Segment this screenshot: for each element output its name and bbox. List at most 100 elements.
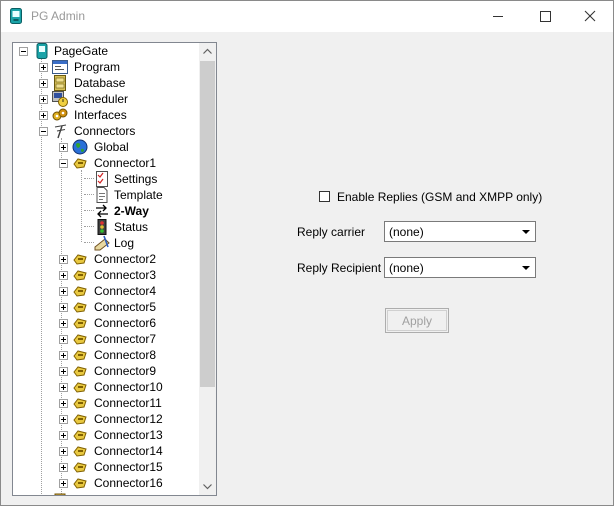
expand-toggle[interactable] (59, 303, 68, 312)
expand-toggle[interactable] (59, 463, 68, 472)
maximize-icon (540, 11, 551, 22)
scroll-thumb[interactable] (200, 61, 215, 387)
connector-plug-icon (73, 334, 87, 345)
collapse-toggle[interactable] (19, 47, 28, 56)
dropdown-arrow-icon[interactable] (518, 259, 534, 276)
expand-toggle[interactable] (39, 63, 48, 72)
chevron-up-icon (203, 48, 212, 54)
minimize-icon (493, 16, 503, 17)
tree-label: Status (114, 220, 149, 234)
window-title: PG Admin (31, 9, 86, 23)
tree-label: 2-Way (114, 204, 149, 218)
tree-label: Connector9 (94, 364, 157, 378)
tree-scrollbar[interactable] (199, 43, 216, 495)
expand-toggle[interactable] (39, 111, 48, 120)
reply-carrier-select[interactable]: (none) (384, 221, 536, 242)
scheduler-clock-icon (52, 91, 68, 107)
tree-label: Connector12 (94, 412, 163, 426)
tree-label: Connector13 (94, 428, 163, 442)
pager-app-icon (10, 8, 22, 24)
tree-line (84, 178, 94, 179)
scroll-up-button[interactable] (199, 43, 216, 60)
connector-plug-icon (73, 350, 87, 361)
tree-label: Global (94, 140, 129, 154)
tree-label: Database (74, 76, 126, 90)
connector-plug-icon (73, 318, 87, 329)
scroll-down-button[interactable] (199, 478, 216, 495)
tree-label: Log (114, 236, 135, 250)
tree-label: Connector15 (94, 460, 163, 474)
connector-plug-icon (73, 366, 87, 377)
enable-replies-checkbox[interactable] (319, 191, 330, 202)
expand-toggle[interactable] (39, 79, 48, 88)
connector-plug-icon (73, 270, 87, 281)
tree-label: Connector7 (94, 332, 157, 346)
tree-label: Connector10 (94, 380, 163, 394)
expand-toggle[interactable] (59, 335, 68, 344)
expand-toggle[interactable] (59, 255, 68, 264)
partial-item-icon (54, 493, 66, 495)
expand-toggle[interactable] (59, 415, 68, 424)
expand-toggle[interactable] (59, 399, 68, 408)
tree-line (84, 226, 94, 227)
tree-line (81, 170, 82, 242)
expand-toggle[interactable] (59, 431, 68, 440)
connector-plug-icon (73, 414, 87, 425)
reply-carrier-value: (none) (389, 225, 424, 239)
pager-icon (36, 43, 48, 59)
connector-plug-icon (73, 254, 87, 265)
program-window-icon (52, 60, 68, 74)
expand-toggle[interactable] (59, 271, 68, 280)
tree-label: Connector5 (94, 300, 157, 314)
maximize-button[interactable] (521, 1, 567, 32)
tree-label: Connector14 (94, 444, 163, 458)
tree-label: Connector16 (94, 476, 163, 490)
connector-plug-icon (73, 158, 87, 169)
connector-plug-icon (73, 398, 87, 409)
expand-toggle[interactable] (59, 351, 68, 360)
tree-label: Settings (114, 172, 158, 186)
pg-admin-window: PG Admin PageGate Program Database Sched… (0, 0, 614, 506)
log-notepad-icon (94, 235, 110, 251)
database-cabinet-icon (54, 75, 66, 91)
expand-toggle[interactable] (59, 287, 68, 296)
expand-toggle[interactable] (59, 479, 68, 488)
tree-label: Connector6 (94, 316, 157, 330)
tree-label: Connector4 (94, 284, 157, 298)
connector-plug-icon (73, 462, 87, 473)
interfaces-gears-icon (52, 108, 68, 121)
expand-toggle[interactable] (59, 447, 68, 456)
collapse-toggle[interactable] (39, 127, 48, 136)
minimize-button[interactable] (475, 1, 521, 32)
title-bar[interactable]: PG Admin (1, 1, 613, 32)
reply-recipient-select[interactable]: (none) (384, 257, 536, 278)
connector-plug-icon (73, 446, 87, 457)
enable-replies-label: Enable Replies (GSM and XMPP only) (337, 190, 543, 204)
status-traffic-light-icon (97, 219, 107, 235)
tree-label: Connector8 (94, 348, 157, 362)
connectors-antenna-icon (54, 124, 67, 139)
expand-toggle[interactable] (39, 95, 48, 104)
tree-label: Program (74, 60, 121, 74)
close-button[interactable] (567, 1, 613, 32)
expand-toggle[interactable] (39, 495, 48, 496)
expand-toggle[interactable] (59, 143, 68, 152)
tree-label: Connectors (74, 124, 136, 138)
apply-button[interactable]: Apply (385, 308, 449, 333)
reply-recipient-label: Reply Recipient (297, 261, 382, 275)
settings-checklist-icon (96, 171, 108, 187)
connector-plug-icon (73, 302, 87, 313)
tree-label: Interfaces (74, 108, 127, 122)
reply-carrier-label: Reply carrier (297, 225, 366, 239)
navigation-tree[interactable]: PageGate Program Database Scheduler Inte… (12, 42, 217, 496)
tree-line (84, 210, 94, 211)
tree-label: Connector2 (94, 252, 157, 266)
tree-label: Scheduler (74, 92, 129, 106)
expand-toggle[interactable] (59, 319, 68, 328)
expand-toggle[interactable] (59, 383, 68, 392)
connector-plug-icon (73, 286, 87, 297)
collapse-toggle[interactable] (59, 159, 68, 168)
expand-toggle[interactable] (59, 367, 68, 376)
dropdown-arrow-icon[interactable] (518, 223, 534, 240)
tree-label: Connector1 (94, 156, 157, 170)
